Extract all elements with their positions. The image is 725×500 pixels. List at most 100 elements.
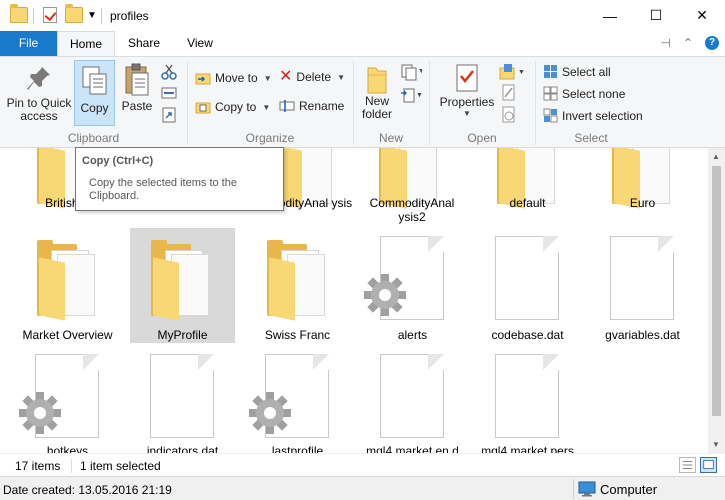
item-label: CommodityAnal ysis2 <box>369 196 455 224</box>
copy-tooltip: Copy (Ctrl+C) Copy the selected items to… <box>75 147 284 211</box>
svg-text:▼: ▼ <box>416 92 422 99</box>
delete-x-icon: ✕ <box>279 68 293 85</box>
date-created: Date created: 13.05.2016 21:19 <box>3 483 172 497</box>
maximize-button[interactable]: ☐ <box>633 0 679 31</box>
properties-icon <box>456 64 478 92</box>
item-label: gvariables.dat <box>605 328 680 342</box>
pin-ribbon-icon[interactable]: ⊣ <box>660 36 670 50</box>
chevron-down-icon: ▼ <box>263 73 272 83</box>
list-item-file[interactable]: mql4.market.pers <box>475 348 580 453</box>
new-folder-quick-icon[interactable] <box>65 4 83 23</box>
properties-quick-icon[interactable] <box>43 7 57 23</box>
select-none-label: Select none <box>562 86 626 101</box>
item-label: MyProfile <box>157 328 208 342</box>
vertical-scrollbar[interactable]: ▲ ▼ <box>708 148 725 453</box>
open-group-label: Open <box>467 131 497 145</box>
tab-view[interactable]: View <box>180 31 220 56</box>
list-item-folder[interactable]: CommodityAnal ysis2 <box>357 148 467 224</box>
customize-toolbar-chevron-down-icon[interactable]: ▼ <box>87 10 97 21</box>
computer-label: Computer <box>600 481 658 497</box>
cut-icon[interactable] <box>161 64 177 80</box>
selected-count: 1 item selected <box>80 459 161 473</box>
list-item-file[interactable]: mql4.market.en.d <box>360 348 465 453</box>
list-item-folder[interactable]: default <box>475 148 580 218</box>
item-count: 17 items <box>15 459 61 473</box>
scroll-down-icon[interactable]: ▼ <box>712 440 720 449</box>
item-label: indicators.dat <box>146 444 219 453</box>
organize-group-label: Organize <box>245 131 295 145</box>
help-icon[interactable]: ? <box>705 36 719 50</box>
details-separator <box>573 479 574 499</box>
move-to-button[interactable]: Move to ▼ <box>195 70 272 86</box>
tooltip-title: Copy (Ctrl+C) <box>82 155 154 167</box>
item-label: mql4.market.pers <box>481 444 574 453</box>
pin-to-quick-access-button[interactable]: Pin to Quick access <box>4 65 74 123</box>
select-none-icon <box>543 86 558 101</box>
copy-to-label: Copy to <box>215 100 257 114</box>
rename-button[interactable]: Rename <box>279 99 344 113</box>
easy-access-icon[interactable]: ▼ <box>400 87 422 105</box>
move-to-label: Move to <box>215 71 258 85</box>
history-icon[interactable] <box>501 106 517 124</box>
list-item-settings-file[interactable]: alerts <box>360 230 465 342</box>
details-view-icon[interactable] <box>679 457 696 473</box>
open-icon[interactable]: ▼ <box>499 63 527 81</box>
list-item-file[interactable]: indicators.dat <box>130 348 235 453</box>
list-item-settings-file[interactable]: lastprofile <box>245 348 350 453</box>
edit-icon[interactable] <box>501 84 517 102</box>
list-item-folder[interactable]: Swiss Franc <box>245 230 350 342</box>
details-bar: Date created: 13.05.2016 21:19 Computer <box>0 476 725 500</box>
large-icons-view-icon[interactable] <box>700 457 717 473</box>
expand-ribbon-chevron-icon[interactable]: ⌃ <box>683 36 693 50</box>
paste-button[interactable]: Paste <box>118 63 156 113</box>
computer-location: Computer <box>578 481 657 497</box>
list-item-settings-file[interactable]: hotkeys <box>15 348 120 453</box>
invert-selection-label: Invert selection <box>562 108 643 123</box>
item-label: Market Overview <box>22 328 113 342</box>
new-item-icon[interactable]: ▼ <box>400 63 422 81</box>
close-button[interactable]: ✕ <box>679 0 725 31</box>
tab-home[interactable]: Home <box>57 31 115 57</box>
paste-shortcut-icon[interactable] <box>161 107 177 123</box>
list-item-file[interactable]: gvariables.dat <box>590 230 695 342</box>
paste-label: Paste <box>121 99 153 113</box>
window-title: profiles <box>110 9 149 23</box>
status-bar: 17 items 1 item selected <box>0 453 725 476</box>
select-all-button[interactable]: Select all <box>543 64 611 79</box>
rename-icon <box>279 100 295 112</box>
folder-icon <box>10 4 28 23</box>
delete-button[interactable]: ✕ Delete ▼ <box>279 68 346 85</box>
tab-share[interactable]: Share <box>121 31 167 56</box>
tab-file[interactable]: File <box>0 31 57 56</box>
item-label: Swiss Franc <box>264 328 331 342</box>
copy-path-icon[interactable] <box>161 86 177 100</box>
select-all-label: Select all <box>562 64 611 79</box>
chevron-down-icon: ▼ <box>463 109 471 118</box>
list-item-folder[interactable]: Euro <box>590 148 695 218</box>
title-bar: ▼ profiles — ☐ ✕ <box>0 0 725 31</box>
pin-icon <box>27 67 50 90</box>
scroll-up-icon[interactable]: ▲ <box>712 152 720 161</box>
list-item-folder-selected[interactable]: MyProfile <box>130 228 235 343</box>
new-folder-label: New folder <box>361 94 393 121</box>
copy-to-button[interactable]: Copy to ▼ <box>195 99 270 115</box>
invert-selection-button[interactable]: Invert selection <box>543 108 643 123</box>
copy-button[interactable]: Copy <box>74 60 115 126</box>
svg-text:▼: ▼ <box>418 68 422 75</box>
select-none-button[interactable]: Select none <box>543 86 625 101</box>
minimize-button[interactable]: — <box>587 0 633 31</box>
list-item-file[interactable]: codebase.dat <box>475 230 580 342</box>
status-separator <box>71 459 72 473</box>
svg-text:▼: ▼ <box>518 69 525 76</box>
new-folder-icon <box>367 67 387 94</box>
copy-label: Copy <box>80 101 109 115</box>
paste-icon <box>125 63 149 96</box>
move-folder-icon <box>195 73 211 85</box>
new-folder-button[interactable]: New folder <box>358 65 396 121</box>
list-item-folder[interactable]: Market Overview <box>15 230 120 342</box>
properties-button[interactable]: Properties ▼ <box>438 63 496 118</box>
chevron-down-icon: ▼ <box>337 72 346 82</box>
item-label: codebase.dat <box>491 328 564 342</box>
invert-selection-icon <box>543 108 558 123</box>
scrollbar-thumb[interactable] <box>712 166 721 416</box>
